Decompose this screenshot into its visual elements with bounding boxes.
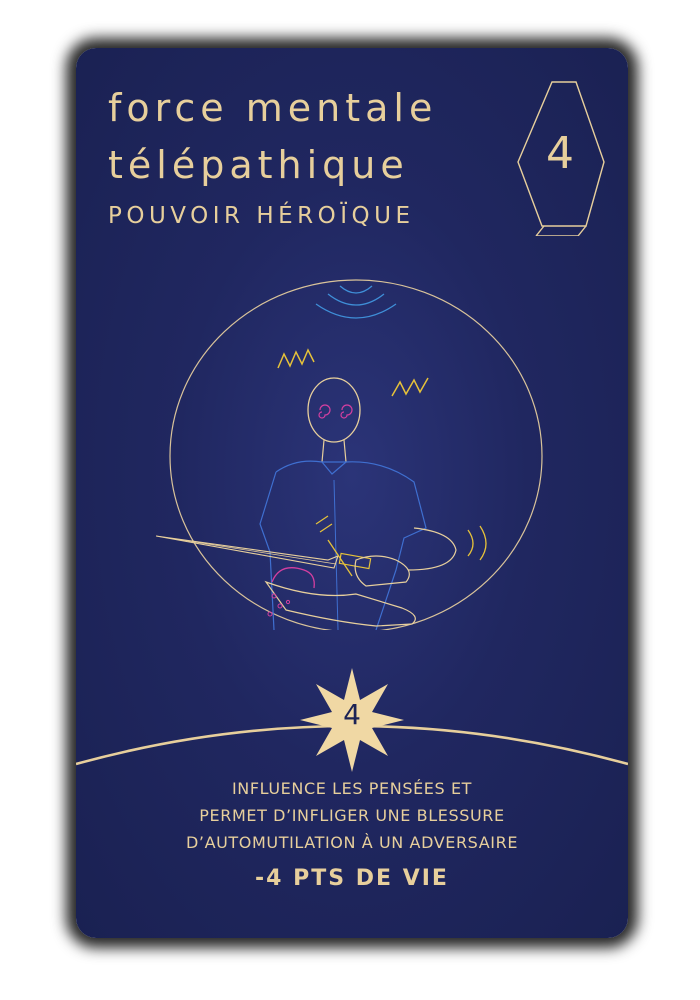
cost-value: 4 bbox=[546, 128, 574, 179]
card-title-line-2: télépathique bbox=[108, 143, 409, 187]
power-value: 4 bbox=[343, 698, 361, 731]
effect-line-1: INFLUENCE LES PENSÉES ET bbox=[231, 779, 473, 798]
effect-line-3: D’AUTOMUTILATION À UN ADVERSAIRE bbox=[185, 833, 519, 852]
card-effect-text: INFLUENCE LES PENSÉES ET PERMET D’INFLIG… bbox=[76, 775, 628, 856]
effect-line-2: PERMET D’INFLIGER UNE BLESSURE bbox=[199, 806, 505, 825]
hypnotized-swordsman-illustration bbox=[156, 279, 543, 630]
card-title-line-1: force mentale bbox=[108, 86, 438, 130]
game-card[interactable]: force mentale télépathique POUVOIR HÉROÏ… bbox=[76, 48, 628, 938]
card-type-label: POUVOIR HÉROÏQUE bbox=[108, 203, 415, 229]
damage-value: -4 PTS DE VIE bbox=[255, 866, 449, 891]
